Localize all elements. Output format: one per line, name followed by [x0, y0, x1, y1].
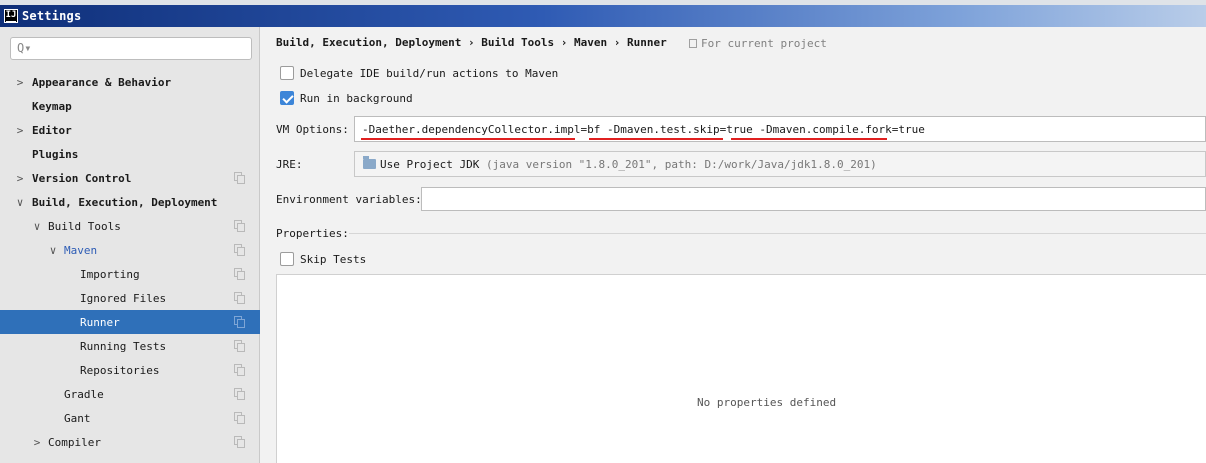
project-scope-note: For current project [689, 37, 827, 50]
sidebar-item-label: Compiler [48, 435, 101, 449]
skip-tests-checkbox[interactable] [280, 252, 294, 266]
skip-tests-option[interactable]: Skip Tests [280, 252, 366, 266]
env-variables-field[interactable] [421, 187, 1206, 211]
chevron-right-icon: > [16, 171, 24, 185]
runner-settings-panel: Build, Execution, Deployment › Build Too… [261, 27, 1206, 463]
project-scope-icon [234, 316, 245, 328]
sidebar-item-appearance[interactable]: > Appearance & Behavior [0, 70, 260, 94]
sidebar-item-label: Build Tools [48, 219, 121, 233]
sidebar-item-version-control[interactable]: > Version Control [0, 166, 260, 190]
sidebar-item-editor[interactable]: > Editor [0, 118, 260, 142]
sidebar-item-label: Build, Execution, Deployment [32, 195, 218, 209]
project-scope-icon [234, 340, 245, 352]
jre-name: Use Project JDK [380, 158, 480, 171]
project-scope-icon [234, 244, 245, 256]
settings-sidebar: Q▾ > Appearance & Behavior Keymap > Edit… [0, 27, 260, 463]
run-in-background-checkbox[interactable] [280, 91, 294, 105]
project-scope-icon [234, 268, 245, 280]
delegate-build-checkbox[interactable] [280, 66, 294, 80]
chevron-right-icon: > [16, 75, 24, 89]
sidebar-item-label: Running Tests [80, 339, 167, 353]
sidebar-item-compiler[interactable]: > Compiler [0, 430, 260, 454]
project-scope-icon [234, 364, 245, 376]
settings-tree: > Appearance & Behavior Keymap > Editor … [0, 70, 260, 454]
sidebar-item-build-execution-deployment[interactable]: ∨ Build, Execution, Deployment [0, 190, 260, 214]
sidebar-item-repositories[interactable]: Repositories [0, 358, 260, 382]
sidebar-item-label: Repositories [80, 363, 160, 377]
sidebar-item-plugins[interactable]: Plugins [0, 142, 260, 166]
annotation-underline [589, 138, 723, 140]
sidebar-item-label: Keymap [32, 99, 72, 113]
properties-label: Properties: [276, 227, 349, 240]
settings-search-input[interactable]: Q▾ [10, 37, 252, 60]
chevron-right-icon: > [33, 435, 41, 449]
intellij-app-icon: IJ [4, 9, 18, 23]
sidebar-item-build-tools[interactable]: ∨ Build Tools [0, 214, 260, 238]
run-in-background-option[interactable]: Run in background [280, 91, 413, 105]
sidebar-item-maven[interactable]: ∨ Maven [0, 238, 260, 262]
project-scope-icon [234, 292, 245, 304]
sidebar-item-gant[interactable]: Gant [0, 406, 260, 430]
chevron-down-icon: ∨ [49, 243, 57, 257]
jre-detail: (java version "1.8.0_201", path: D:/work… [485, 158, 877, 171]
project-scope-icon [234, 412, 245, 424]
sidebar-item-label: Gradle [64, 387, 104, 401]
sidebar-item-importing[interactable]: Importing [0, 262, 260, 286]
sidebar-item-gradle[interactable]: Gradle [0, 382, 260, 406]
run-in-background-label: Run in background [300, 91, 413, 105]
properties-divider [349, 233, 1206, 234]
sidebar-item-label: Ignored Files [80, 291, 167, 305]
properties-table[interactable]: No properties defined [276, 274, 1206, 463]
sidebar-item-label: Runner [80, 315, 120, 329]
jre-select[interactable]: Use Project JDK (java version "1.8.0_201… [354, 151, 1206, 177]
sidebar-item-label: Plugins [32, 147, 79, 161]
sidebar-item-running-tests[interactable]: Running Tests [0, 334, 260, 358]
delegate-build-label: Delegate IDE build/run actions to Maven [300, 66, 559, 80]
jre-label: JRE: [276, 158, 303, 171]
annotation-underline [731, 138, 887, 140]
sidebar-item-label: Maven [64, 243, 98, 257]
project-scope-icon [234, 436, 245, 448]
sidebar-item-label: Gant [64, 411, 91, 425]
vm-options-value: -Daether.dependencyCollector.impl=bf -Dm… [362, 123, 925, 136]
jdk-folder-icon [363, 156, 376, 169]
annotation-underline [361, 138, 575, 140]
sidebar-item-label: Version Control [32, 171, 132, 185]
sidebar-item-label: Appearance & Behavior [32, 75, 172, 89]
chevron-down-icon: ∨ [16, 195, 24, 209]
window-title: Settings [22, 9, 82, 23]
env-variables-label: Environment variables: [276, 193, 422, 206]
sidebar-item-keymap[interactable]: Keymap [0, 94, 260, 118]
project-scope-icon [234, 172, 245, 184]
project-scope-icon [234, 220, 245, 232]
sidebar-item-runner[interactable]: Runner [0, 310, 260, 334]
empty-properties-message: No properties defined [697, 396, 837, 409]
breadcrumb: Build, Execution, Deployment › Build Too… [276, 36, 667, 49]
sidebar-item-ignored-files[interactable]: Ignored Files [0, 286, 260, 310]
search-icon: Q▾ [17, 41, 32, 55]
skip-tests-label: Skip Tests [300, 252, 367, 266]
sidebar-item-label: Importing [80, 267, 140, 281]
chevron-right-icon: > [16, 123, 24, 137]
project-scope-icon [689, 39, 697, 48]
delegate-build-option[interactable]: Delegate IDE build/run actions to Maven [280, 66, 558, 80]
vm-options-field[interactable]: -Daether.dependencyCollector.impl=bf -Dm… [354, 116, 1206, 142]
title-bar[interactable]: IJ Settings [0, 5, 1206, 27]
sidebar-item-label: Editor [32, 123, 72, 137]
chevron-down-icon: ∨ [33, 219, 41, 233]
vm-options-label: VM Options: [276, 123, 349, 136]
project-scope-icon [234, 388, 245, 400]
